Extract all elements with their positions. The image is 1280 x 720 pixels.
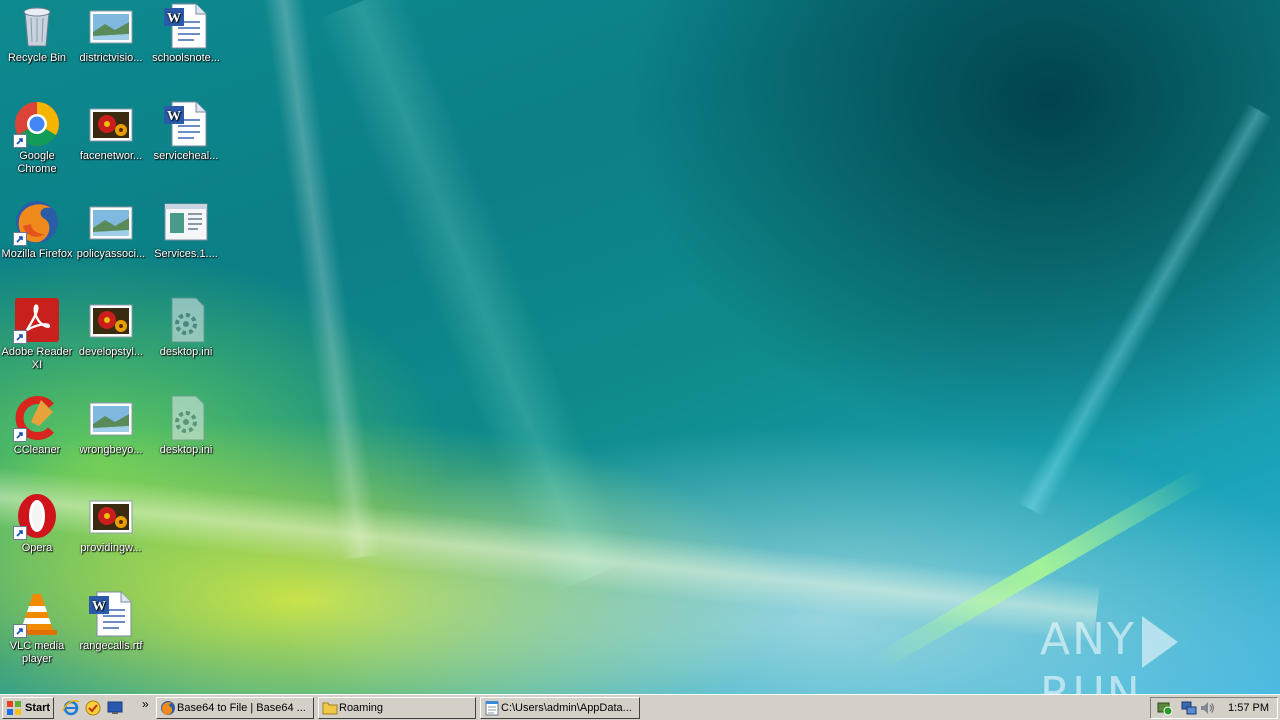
play-icon [1141, 616, 1178, 668]
taskbar-button-label: Base64 to File | Base64 ... [177, 702, 306, 714]
image-file-icon [87, 394, 135, 442]
taskbar-button-firefox[interactable]: Base64 to File | Base64 ... [156, 697, 314, 719]
watermark-left: ANY [1040, 614, 1136, 665]
outlook-express-icon[interactable] [84, 699, 102, 717]
anyrun-watermark: ANY RUN [1040, 614, 1280, 694]
icon-label: districtvisio... [79, 52, 143, 64]
svg-text:W: W [167, 109, 181, 124]
icon-label: Opera [21, 542, 53, 554]
icon-label: serviceheal... [153, 150, 219, 162]
shortcut-arrow-icon [13, 330, 27, 344]
desktop-icon-wrongbeyo[interactable]: wrongbeyo... [74, 394, 148, 457]
icon-label: facenetwor... [79, 150, 143, 162]
vlc-icon [13, 590, 61, 638]
icon-label: Services.1.... [154, 248, 218, 260]
start-label: Start [25, 702, 51, 714]
icon-label: Adobe Reader XI [1, 346, 73, 371]
icon-label: developstyl... [78, 346, 144, 358]
taskbar-button-roaming[interactable]: Roaming [318, 697, 476, 719]
word-document-icon: W [162, 100, 210, 148]
desktop-icon-schoolsnote[interactable]: W schoolsnote... [149, 2, 223, 65]
start-button[interactable]: Start [2, 697, 54, 719]
watermark-right: RUN [1040, 668, 1142, 694]
adobe-reader-icon [13, 296, 61, 344]
word-document-icon: W [87, 590, 135, 638]
firefox-icon [160, 700, 176, 716]
show-desktop-icon[interactable] [106, 699, 124, 717]
desktop-icon-serviceheal[interactable]: W serviceheal... [149, 100, 223, 163]
settings-file-icon [162, 296, 210, 344]
opera-icon [13, 492, 61, 540]
taskbar-button-label: Roaming [339, 702, 384, 714]
shortcut-arrow-icon [13, 526, 27, 540]
firefox-icon [13, 198, 61, 246]
desktop-icon-desktop-ini-2[interactable]: desktop.ini [149, 394, 223, 457]
internet-explorer-icon[interactable] [62, 699, 80, 717]
desktop-icon-mozilla-firefox[interactable]: Mozilla Firefox [0, 198, 74, 261]
desktop-icon-opera[interactable]: Opera [0, 492, 74, 555]
svg-text:W: W [92, 599, 106, 614]
recycle-bin-icon [13, 2, 61, 50]
desktop-icon-policyassoci[interactable]: policyassoci... [74, 198, 148, 261]
desktop-icon-recycle-bin[interactable]: Recycle Bin [0, 2, 74, 65]
desktop[interactable]: Recycle Bin Google Chrome Mozilla Firefo… [0, 0, 1280, 694]
icon-label: desktop.ini [159, 346, 213, 358]
image-file-icon [87, 198, 135, 246]
desktop-icon-providingw[interactable]: providingw... [74, 492, 148, 555]
taskbar-button-notepad[interactable]: C:\Users\admin\AppData... [480, 697, 640, 719]
flower-image-icon [87, 296, 135, 344]
icon-label: Mozilla Firefox [1, 248, 73, 260]
settings-file-icon [162, 394, 210, 442]
icon-label: Recycle Bin [7, 52, 67, 64]
notepad-icon [484, 700, 500, 716]
taskbar: Start » Base64 to File | Base64 ... Roam… [0, 694, 1280, 720]
shortcut-arrow-icon [13, 232, 27, 246]
windows-logo-icon [6, 700, 22, 716]
flower-image-icon [87, 100, 135, 148]
desktop-icon-vlc[interactable]: VLC media player [0, 590, 74, 666]
icon-label: desktop.ini [159, 444, 213, 456]
desktop-icon-ccleaner[interactable]: CCleaner [0, 394, 74, 457]
shortcut-arrow-icon [13, 428, 27, 442]
icon-label: schoolsnote... [152, 52, 220, 64]
ccleaner-icon [13, 394, 61, 442]
desktop-icon-rangecalls[interactable]: W rangecalls.rtf [74, 590, 148, 653]
network-icon[interactable] [1181, 700, 1197, 716]
desktop-icon-districtvisio[interactable]: districtvisio... [74, 2, 148, 65]
icon-label: policyassoci... [76, 248, 146, 260]
desktop-icon-adobe-reader[interactable]: Adobe Reader XI [0, 296, 74, 372]
quick-launch-overflow[interactable]: » [142, 697, 149, 711]
shortcut-arrow-icon [13, 624, 27, 638]
desktop-icon-services[interactable]: Services.1.... [149, 198, 223, 261]
svg-text:W: W [167, 11, 181, 26]
icon-label: rangecalls.rtf [79, 640, 143, 652]
volume-icon[interactable] [1199, 700, 1215, 716]
shortcut-arrow-icon [13, 134, 27, 148]
icon-label: wrongbeyo... [79, 444, 143, 456]
icon-label: CCleaner [13, 444, 61, 456]
system-tray: 1:57 PM [1150, 697, 1278, 719]
word-document-icon: W [162, 2, 210, 50]
icon-label: providingw... [80, 542, 142, 554]
desktop-icon-google-chrome[interactable]: Google Chrome [0, 100, 74, 176]
image-file-icon [87, 2, 135, 50]
flower-image-icon [87, 492, 135, 540]
clock[interactable]: 1:57 PM [1228, 702, 1269, 714]
icon-label: VLC media player [9, 640, 65, 665]
desktop-icon-desktop-ini-1[interactable]: desktop.ini [149, 296, 223, 359]
desktop-icon-facenetwor[interactable]: facenetwor... [74, 100, 148, 163]
security-shield-icon[interactable] [1157, 700, 1173, 716]
icon-label: Google Chrome [17, 150, 57, 175]
window-file-icon [162, 198, 210, 246]
folder-icon [322, 700, 338, 716]
desktop-icon-developstyl[interactable]: developstyl... [74, 296, 148, 359]
chrome-icon [13, 100, 61, 148]
taskbar-button-label: C:\Users\admin\AppData... [501, 702, 632, 714]
